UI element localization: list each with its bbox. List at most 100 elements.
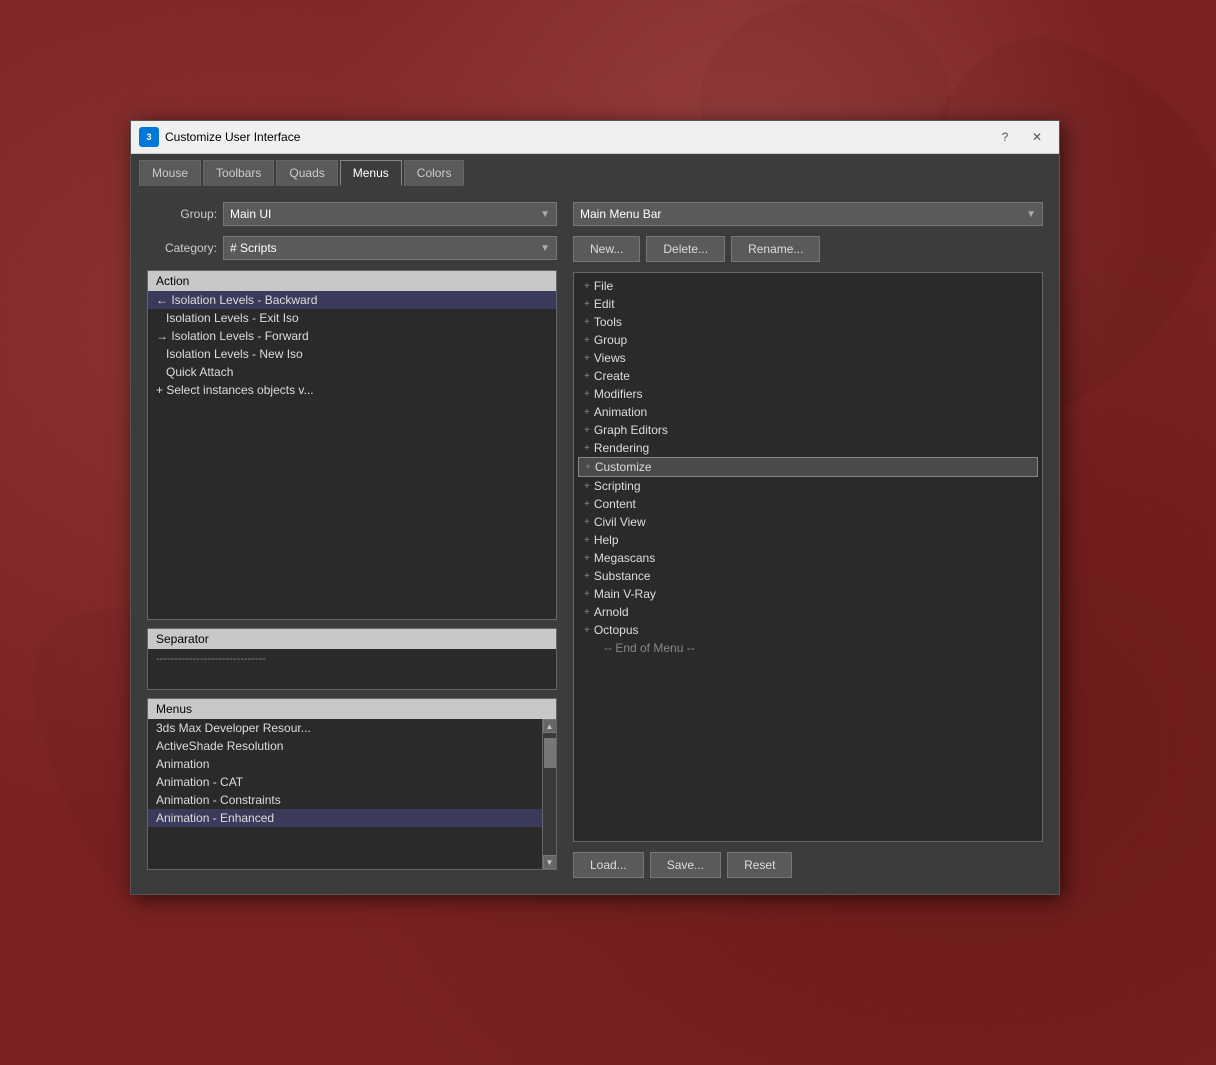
title-bar: 3 Customize User Interface ? ✕ xyxy=(131,121,1059,154)
tab-colors[interactable]: Colors xyxy=(404,160,465,186)
category-dropdown-arrow: ▼ xyxy=(540,243,550,254)
category-dropdown[interactable]: # Scripts ▼ xyxy=(223,236,557,260)
list-item[interactable]: → Isolation Levels - Forward xyxy=(148,327,556,345)
group-dropdown-arrow: ▼ xyxy=(540,209,550,220)
list-item[interactable]: ← Isolation Levels - Backward xyxy=(148,291,556,309)
separator-box: Separator ------------------------------ xyxy=(147,628,557,690)
delete-button[interactable]: Delete... xyxy=(646,236,725,262)
separator-header: Separator xyxy=(148,629,556,649)
menu-bar-dropdown-arrow: ▼ xyxy=(1026,209,1036,220)
tab-toolbars[interactable]: Toolbars xyxy=(203,160,274,186)
group-value: Main UI xyxy=(230,207,271,221)
reset-button[interactable]: Reset xyxy=(727,852,792,878)
tab-mouse[interactable]: Mouse xyxy=(139,160,201,186)
tree-item-group[interactable]: + Group xyxy=(578,331,1038,349)
list-item[interactable]: Isolation Levels - Exit Iso xyxy=(148,309,556,327)
expand-icon: + xyxy=(584,371,590,382)
tab-quads[interactable]: Quads xyxy=(276,160,337,186)
tree-item-graph-editors[interactable]: + Graph Editors xyxy=(578,421,1038,439)
menus-box: Menus 3ds Max Developer Resour... Active… xyxy=(147,698,557,870)
new-button[interactable]: New... xyxy=(573,236,640,262)
expand-icon: + xyxy=(584,553,590,564)
tree-item-views[interactable]: + Views xyxy=(578,349,1038,367)
action-list: Action ← Isolation Levels - Backward Iso… xyxy=(147,270,557,620)
left-panel: Group: Main UI ▼ Category: # Scripts ▼ A… xyxy=(147,202,557,878)
list-item[interactable]: Quick Attach xyxy=(148,363,556,381)
tree-item-substance[interactable]: + Substance xyxy=(578,567,1038,585)
menu-item[interactable]: Animation - CAT xyxy=(148,773,542,791)
menu-bar-dropdown[interactable]: Main Menu Bar ▼ xyxy=(573,202,1043,226)
category-label: Category: xyxy=(147,241,217,255)
tree-item-megascans[interactable]: + Megascans xyxy=(578,549,1038,567)
tree-item-main-vray[interactable]: + Main V-Ray xyxy=(578,585,1038,603)
action-list-header: Action xyxy=(148,271,556,291)
tree-item-tools[interactable]: + Tools xyxy=(578,313,1038,331)
expand-icon: + xyxy=(584,335,590,346)
expand-icon: + xyxy=(584,317,590,328)
group-row: Group: Main UI ▼ xyxy=(147,202,557,226)
group-label: Group: xyxy=(147,207,217,221)
tree-item-modifiers[interactable]: + Modifiers xyxy=(578,385,1038,403)
tree-item-scripting[interactable]: + Scripting xyxy=(578,477,1038,495)
expand-icon: + xyxy=(584,481,590,492)
menu-item[interactable]: Animation - Constraints xyxy=(148,791,542,809)
expand-icon: + xyxy=(584,589,590,600)
right-panel: Main Menu Bar ▼ New... Delete... Rename.… xyxy=(573,202,1043,878)
list-item[interactable]: Isolation Levels - New Iso xyxy=(148,345,556,363)
tree-item-help[interactable]: + Help xyxy=(578,531,1038,549)
expand-icon: + xyxy=(584,535,590,546)
bottom-buttons-row: Load... Save... Reset xyxy=(573,852,1043,878)
menus-list-wrapper: 3ds Max Developer Resour... ActiveShade … xyxy=(148,719,556,869)
tab-menus[interactable]: Menus xyxy=(340,160,402,186)
expand-icon: + xyxy=(584,625,590,636)
expand-icon: + xyxy=(584,353,590,364)
expand-icon: + xyxy=(584,407,590,418)
category-value: # Scripts xyxy=(230,241,277,255)
close-button[interactable]: ✕ xyxy=(1023,127,1051,147)
expand-icon: + xyxy=(584,499,590,510)
expand-icon: + xyxy=(585,462,591,473)
tab-bar: Mouse Toolbars Quads Menus Colors xyxy=(131,154,1059,186)
expand-icon: + xyxy=(584,389,590,400)
tree-item-end-of-menu: -- End of Menu -- xyxy=(578,639,1038,657)
expand-icon: + xyxy=(584,607,590,618)
menu-item[interactable]: Animation - Enhanced xyxy=(148,809,542,827)
expand-icon: + xyxy=(584,281,590,292)
tree-item-file[interactable]: + File xyxy=(578,277,1038,295)
load-button[interactable]: Load... xyxy=(573,852,644,878)
tree-item-create[interactable]: + Create xyxy=(578,367,1038,385)
tree-item-octopus[interactable]: + Octopus xyxy=(578,621,1038,639)
expand-icon: + xyxy=(584,443,590,454)
app-icon: 3 xyxy=(139,127,159,147)
scroll-track xyxy=(543,733,557,855)
menu-bar-row: Main Menu Bar ▼ xyxy=(573,202,1043,226)
tree-item-content[interactable]: + Content xyxy=(578,495,1038,513)
tree-item-rendering[interactable]: + Rendering xyxy=(578,439,1038,457)
help-button[interactable]: ? xyxy=(991,127,1019,147)
menu-bar-value: Main Menu Bar xyxy=(580,207,661,221)
scrollbar[interactable]: ▲ ▼ xyxy=(542,719,556,869)
menu-item[interactable]: ActiveShade Resolution xyxy=(148,737,542,755)
scroll-down-arrow[interactable]: ▼ xyxy=(543,855,557,869)
tree-item-animation[interactable]: + Animation xyxy=(578,403,1038,421)
save-button[interactable]: Save... xyxy=(650,852,721,878)
tree-item-civil-view[interactable]: + Civil View xyxy=(578,513,1038,531)
tree-item-edit[interactable]: + Edit xyxy=(578,295,1038,313)
expand-icon: + xyxy=(584,425,590,436)
group-dropdown[interactable]: Main UI ▼ xyxy=(223,202,557,226)
dialog-title: Customize User Interface xyxy=(165,130,985,144)
menu-item[interactable]: 3ds Max Developer Resour... xyxy=(148,719,542,737)
expand-icon: + xyxy=(584,517,590,528)
menu-item[interactable]: Animation xyxy=(148,755,542,773)
menus-items: 3ds Max Developer Resour... ActiveShade … xyxy=(148,719,556,869)
list-item[interactable]: + Select instances objects v... xyxy=(148,381,556,399)
scroll-up-arrow[interactable]: ▲ xyxy=(543,719,557,733)
rename-button[interactable]: Rename... xyxy=(731,236,820,262)
tree-item-customize[interactable]: + Customize xyxy=(578,457,1038,477)
category-row: Category: # Scripts ▼ xyxy=(147,236,557,260)
tree-item-arnold[interactable]: + Arnold xyxy=(578,603,1038,621)
expand-icon: + xyxy=(584,299,590,310)
expand-icon: + xyxy=(584,571,590,582)
customize-ui-dialog: 3 Customize User Interface ? ✕ Mouse Too… xyxy=(130,120,1060,895)
scroll-thumb[interactable] xyxy=(544,738,556,768)
